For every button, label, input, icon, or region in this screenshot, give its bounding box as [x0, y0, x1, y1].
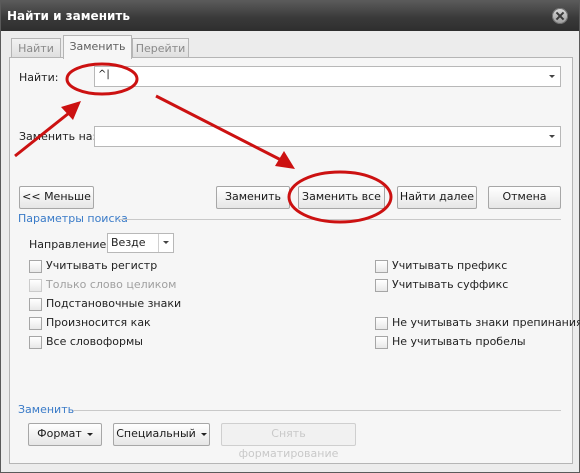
find-replace-dialog: Найти и заменить Найти Заменить Перейти …: [0, 0, 580, 473]
section-divider: [118, 219, 561, 220]
checkbox-box[interactable]: [375, 317, 388, 330]
section-divider: [73, 410, 561, 411]
checkbox-box[interactable]: [375, 279, 388, 292]
direction-label: Направление:: [29, 238, 111, 251]
no-formatting-button: Снять форматирование: [221, 423, 356, 460]
dialog-title: Найти и заменить: [7, 9, 130, 23]
special-button[interactable]: Специальный: [113, 423, 210, 446]
chevron-down-icon: [200, 432, 207, 436]
checkbox-label: Не учитывать знаки препинания: [392, 316, 580, 329]
direction-select[interactable]: Везде: [107, 233, 174, 253]
checkbox-box[interactable]: [29, 298, 42, 311]
checkbox-label: Только слово целиком: [46, 278, 177, 291]
title-bar[interactable]: Найти и заменить: [1, 1, 579, 31]
checkbox-box[interactable]: [29, 260, 42, 273]
chevron-down-icon[interactable]: [546, 69, 558, 84]
tab-find[interactable]: Найти: [11, 38, 61, 58]
tab-goto[interactable]: Перейти: [132, 38, 189, 58]
format-label: Формат: [37, 427, 82, 440]
find-input-value: ^|: [98, 69, 110, 80]
replace-button[interactable]: Заменить: [216, 186, 290, 209]
chevron-down-icon: [86, 432, 93, 436]
chevron-down-icon[interactable]: [546, 129, 558, 144]
tab-replace[interactable]: Заменить: [63, 35, 132, 59]
less-button[interactable]: << Меньше: [19, 186, 94, 209]
checkbox-label: Учитывать регистр: [46, 259, 158, 272]
replace-section-heading: Заменить: [18, 403, 75, 416]
search-params-heading: Параметры поиска: [18, 212, 128, 225]
replace-input[interactable]: [94, 126, 561, 147]
checkbox-label: Не учитывать пробелы: [392, 335, 526, 348]
checkbox-box[interactable]: [29, 336, 42, 349]
find-input[interactable]: ^|: [94, 66, 561, 87]
find-label: Найти:: [19, 71, 59, 84]
checkbox-label: Учитывать суффикс: [392, 278, 509, 291]
format-button[interactable]: Формат: [28, 423, 102, 446]
special-label: Специальный: [116, 427, 196, 440]
checkbox-box[interactable]: [375, 260, 388, 273]
checkbox-label: Произносится как: [46, 316, 151, 329]
checkbox-box[interactable]: [375, 336, 388, 349]
checkbox-label: Все словоформы: [46, 335, 143, 348]
checkbox-label: Учитывать префикс: [392, 259, 508, 272]
checkbox-label: Подстановочные знаки: [46, 297, 182, 310]
checkbox-box: [29, 279, 42, 292]
direction-value: Везде: [111, 236, 146, 249]
find-next-button[interactable]: Найти далее: [397, 186, 477, 209]
chevron-down-icon[interactable]: [158, 234, 173, 252]
replace-all-button[interactable]: Заменить все: [298, 186, 385, 209]
replace-label: Заменить на:: [19, 130, 97, 143]
close-icon[interactable]: [552, 8, 568, 24]
checkbox-box[interactable]: [29, 317, 42, 330]
cancel-button[interactable]: Отмена: [488, 186, 561, 209]
